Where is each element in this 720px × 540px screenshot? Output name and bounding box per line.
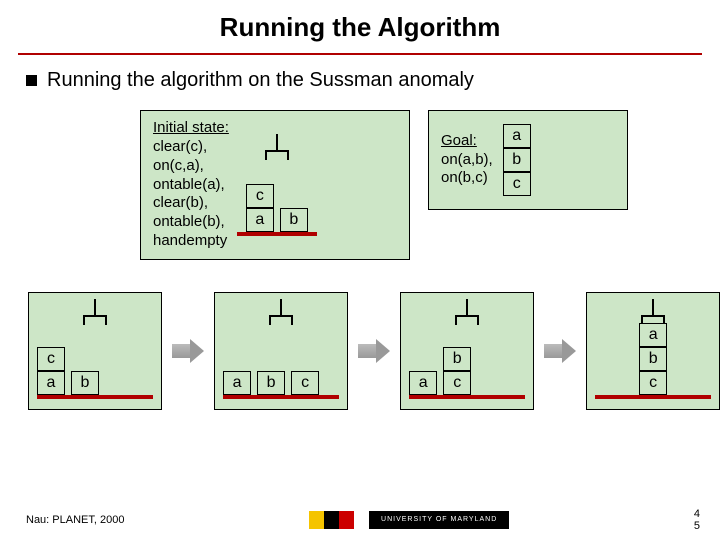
goal-text: Goal: on(a,b), on(b,c) bbox=[441, 132, 493, 188]
goal-heading: Goal: bbox=[441, 132, 477, 149]
table-surface bbox=[223, 395, 339, 399]
slide-title: Running the Algorithm bbox=[0, 0, 720, 43]
page-number: 4 5 bbox=[694, 508, 700, 532]
goal-predicates: on(a,b), on(b,c) bbox=[441, 151, 493, 187]
state-3: a bc bbox=[400, 292, 534, 410]
table-surface bbox=[595, 395, 711, 399]
state-1: ca b bbox=[28, 292, 162, 410]
state-2: a b c bbox=[214, 292, 348, 410]
bullet-text: Running the algorithm on the Sussman ano… bbox=[47, 69, 474, 92]
bullet-line: Running the algorithm on the Sussman ano… bbox=[26, 69, 720, 92]
block-b: b bbox=[71, 371, 99, 395]
goal-panel: Goal: on(a,b), on(b,c) a b c bbox=[428, 110, 628, 210]
umd-logo: UNIVERSITY OF MARYLAND bbox=[309, 511, 509, 529]
state-sequence: ca b a b c a bc bbox=[28, 292, 720, 410]
arrow-icon bbox=[358, 339, 390, 363]
footer: Nau: PLANET, 2000 UNIVERSITY OF MARYLAND… bbox=[26, 508, 700, 532]
block-a: a bbox=[223, 371, 251, 395]
block-a: a bbox=[409, 371, 437, 395]
block-b: b bbox=[280, 208, 308, 232]
initial-state-text: Initial state: clear(c), on(c,a), ontabl… bbox=[153, 119, 229, 250]
block-b: b bbox=[443, 347, 471, 371]
block-b: b bbox=[257, 371, 285, 395]
initial-state-panel: Initial state: clear(c), on(c,a), ontabl… bbox=[140, 110, 410, 260]
stack-b: b bbox=[280, 208, 308, 232]
block-c: c bbox=[291, 371, 319, 395]
block-a: a bbox=[37, 371, 65, 395]
block-a: a bbox=[503, 124, 531, 148]
goal-stack: a b c bbox=[503, 124, 531, 196]
table-surface bbox=[409, 395, 525, 399]
block-c: c bbox=[639, 371, 667, 395]
gripper-icon bbox=[259, 134, 295, 164]
bullet-dot bbox=[26, 75, 37, 86]
gripper-icon bbox=[263, 299, 299, 329]
block-b: b bbox=[639, 347, 667, 371]
block-c: c bbox=[246, 184, 274, 208]
stack-ca: c a bbox=[246, 184, 274, 232]
block-c: c bbox=[37, 347, 65, 371]
title-rule bbox=[18, 53, 702, 55]
arrow-icon bbox=[172, 339, 204, 363]
initial-world: c a b bbox=[237, 134, 317, 236]
umd-text: UNIVERSITY OF MARYLAND bbox=[369, 511, 509, 529]
table-surface bbox=[237, 232, 317, 236]
state-4: abc bbox=[586, 292, 720, 410]
footer-author: Nau: PLANET, 2000 bbox=[26, 514, 124, 526]
block-c: c bbox=[503, 172, 531, 196]
block-a: a bbox=[246, 208, 274, 232]
gripper-icon bbox=[449, 299, 485, 329]
table-surface bbox=[37, 395, 153, 399]
block-c: c bbox=[443, 371, 471, 395]
block-b: b bbox=[503, 148, 531, 172]
arrow-icon bbox=[544, 339, 576, 363]
initial-heading: Initial state: bbox=[153, 119, 229, 136]
block-a: a bbox=[639, 323, 667, 347]
gripper-icon bbox=[77, 299, 113, 329]
initial-predicates: clear(c), on(c,a), ontable(a), clear(b),… bbox=[153, 138, 227, 249]
